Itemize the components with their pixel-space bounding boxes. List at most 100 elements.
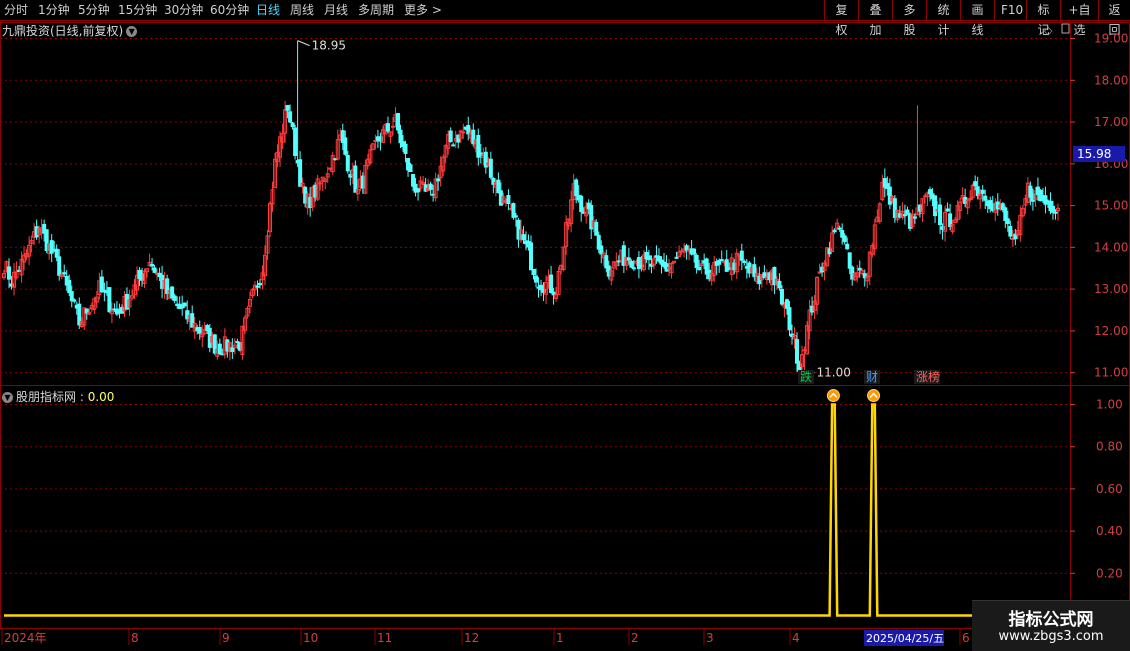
candle-body: [62, 272, 67, 275]
candle-body: [451, 144, 456, 147]
y-tick-label: 19.00: [1094, 32, 1128, 46]
y-tick-label: 14.00: [1094, 240, 1128, 254]
date-label-3: 10: [303, 631, 318, 645]
candle-body: [353, 165, 358, 193]
candle-body: [285, 105, 290, 111]
candle-body: [436, 178, 441, 182]
diamond-icon: ◇: [1044, 24, 1053, 37]
candle-body: [779, 288, 784, 305]
candle-body: [697, 266, 702, 271]
candle-body: [845, 243, 850, 250]
candle-body: [488, 158, 493, 178]
signal-arrow-icon: [867, 389, 881, 403]
candle-body: [694, 254, 699, 269]
ind-y-tick-label: 0.40: [1096, 524, 1123, 538]
high-price-label: 18.95: [312, 39, 346, 53]
candle-body: [408, 164, 413, 173]
candle-body: [795, 339, 800, 364]
panel-toggle-icon: [1061, 23, 1070, 34]
candle-body: [739, 250, 744, 261]
candle-body: [343, 137, 348, 155]
candle-body: [461, 131, 466, 134]
event-badge: 跌: [800, 369, 812, 384]
candle-body: [646, 255, 651, 261]
candle-body: [182, 302, 187, 307]
date-label-1: 8: [131, 631, 139, 645]
date-label-9: 4: [792, 631, 800, 645]
candle-body: [787, 307, 792, 331]
candle-body: [973, 181, 978, 187]
candle-body: [230, 347, 235, 352]
candle-body: [107, 287, 112, 313]
watermark-url: www.zbgs3.com: [998, 629, 1104, 644]
candle-body: [293, 127, 298, 156]
candle-body: [1050, 205, 1055, 213]
candle-body: [1005, 218, 1010, 225]
ind-y-tick-label: 0.20: [1096, 566, 1123, 580]
candle-body: [534, 275, 539, 283]
candle-body: [902, 214, 907, 217]
candle-body: [742, 260, 747, 263]
chart-canvas[interactable]: ◇11.0012.0013.0014.0015.0016.0017.0018.0…: [0, 0, 1130, 650]
candle-body: [968, 197, 973, 200]
candle-body: [912, 216, 917, 219]
candle-body: [717, 260, 722, 265]
candle-body: [217, 343, 222, 355]
candle-body: [428, 183, 433, 190]
candle-body: [594, 221, 599, 236]
candle-body: [345, 155, 350, 172]
candle-body: [905, 209, 910, 215]
candle-body: [99, 276, 104, 293]
candle-body: [983, 195, 988, 201]
date-label-11: 6: [962, 631, 970, 645]
candle-body: [842, 235, 847, 243]
ind-y-tick-label: 1.00: [1096, 398, 1123, 412]
candle-body: [784, 299, 789, 309]
candle-body: [837, 227, 842, 230]
candle-body: [511, 203, 516, 218]
date-label-5: 12: [464, 631, 479, 645]
candle-body: [395, 113, 400, 131]
event-badge: 财: [866, 370, 878, 384]
candle-body: [290, 122, 295, 128]
candle-body: [1008, 225, 1013, 237]
y-tick-label: 13.00: [1094, 282, 1128, 296]
candle-body: [57, 256, 62, 276]
ind-y-tick-label: 0.60: [1096, 482, 1123, 496]
candle-body: [980, 189, 985, 194]
candle-body: [529, 242, 533, 271]
y-tick-label: 17.00: [1094, 115, 1128, 129]
candle-body: [692, 248, 697, 255]
chart-frame: [0, 22, 1130, 629]
candle-body: [629, 260, 634, 268]
candle-body: [298, 159, 303, 187]
candle-body: [521, 234, 526, 240]
date-label-6: 1: [556, 631, 564, 645]
date-label-8: 3: [706, 631, 714, 645]
y-tick-label: 11.00: [1094, 366, 1128, 380]
candle-body: [579, 195, 584, 212]
candle-body: [197, 327, 202, 334]
candle-body: [933, 195, 938, 217]
indicator-line: [4, 403, 1058, 617]
candle-body: [777, 280, 782, 289]
candle-body: [398, 129, 403, 144]
candle-body: [54, 248, 59, 258]
candle-body: [719, 259, 724, 262]
candle-body: [626, 257, 631, 261]
candle-body: [67, 279, 72, 294]
candle-body: [448, 130, 453, 142]
date-label-0: 2024年: [4, 631, 47, 645]
candle-body: [674, 256, 679, 259]
candle-body: [49, 240, 54, 254]
candle-body: [390, 125, 395, 128]
date-label-4: 11: [377, 631, 392, 645]
y-tick-label: 18.00: [1094, 73, 1128, 87]
current-price-label: 15.98: [1077, 147, 1111, 161]
candle-body: [513, 215, 518, 218]
candle-body: [832, 229, 837, 233]
candle-body: [945, 208, 950, 212]
candle-body: [938, 204, 943, 226]
event-badge: 涨榜: [916, 369, 940, 384]
candle-body: [150, 263, 155, 267]
